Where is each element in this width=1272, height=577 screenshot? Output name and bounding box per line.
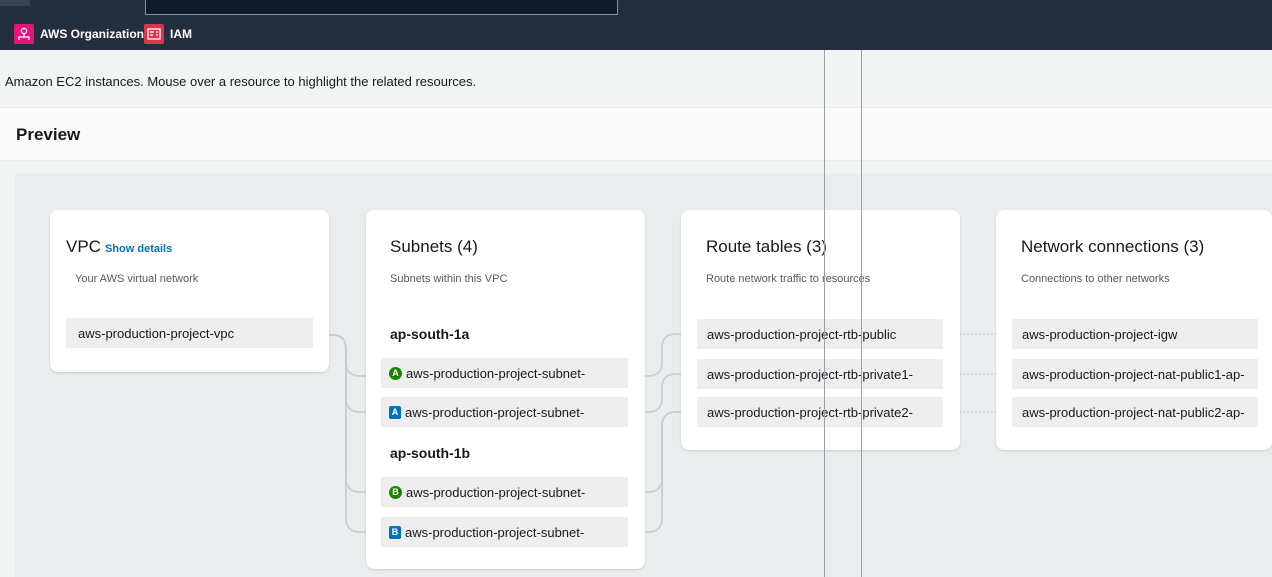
resource-label: aws-production-project-nat-public2-ap- [1022, 404, 1245, 420]
resource-label: aws-production-project-subnet- [406, 484, 586, 500]
route-tables-title: Route tables (3) [706, 237, 827, 256]
favorite-label: IAM [170, 27, 192, 41]
preview-header: Preview [0, 107, 1272, 161]
public-subnet-badge: B [389, 485, 402, 499]
resource-label: aws-production-project-rtb-private1- [707, 366, 913, 382]
vpc-title-text: VPC [66, 237, 101, 256]
favorite-label: AWS Organizations [40, 27, 151, 41]
network-connection-item[interactable]: aws-production-project-nat-public1-ap- [1012, 359, 1258, 389]
resource-label: aws-production-project-subnet- [405, 524, 585, 540]
resource-label: aws-production-project-subnet- [406, 365, 586, 381]
network-connection-item[interactable]: aws-production-project-nat-public2-ap- [1012, 397, 1258, 427]
subnet-item[interactable]: A aws-production-project-subnet- [381, 397, 628, 427]
private-subnet-badge: B [389, 525, 401, 539]
aws-organizations-icon [14, 24, 34, 44]
subnet-item[interactable]: A aws-production-project-subnet- [381, 358, 628, 388]
vpc-title: VPC Show details [66, 237, 172, 257]
resize-guide-line [861, 50, 862, 577]
vpc-resource[interactable]: aws-production-project-vpc [66, 318, 313, 348]
resource-label: aws-production-project-vpc [78, 325, 235, 341]
nav-edge [0, 0, 30, 6]
route-tables-description: Route network traffic to resources [706, 273, 871, 285]
route-table-item[interactable]: aws-production-project-rtb-private1- [697, 359, 943, 389]
availability-zone-label: ap-south-1a [390, 326, 470, 342]
resource-label: aws-production-project-rtb-public [707, 326, 897, 342]
network-connections-description: Connections to other networks [1021, 273, 1170, 285]
top-navigation-bar: AWS Organizations IAM [0, 0, 1272, 50]
resource-label: aws-production-project-igw [1022, 326, 1178, 342]
subnets-card: Subnets (4) Subnets within this VPC [366, 210, 645, 569]
subnets-description: Subnets within this VPC [390, 273, 508, 285]
favorite-iam[interactable]: IAM [144, 23, 192, 45]
iam-icon [144, 24, 164, 44]
network-connection-item[interactable]: aws-production-project-igw [1012, 319, 1258, 349]
route-table-item[interactable]: aws-production-project-rtb-public [697, 319, 943, 349]
public-subnet-badge: A [389, 366, 402, 380]
subnet-item[interactable]: B aws-production-project-subnet- [381, 517, 628, 547]
private-subnet-badge: A [389, 405, 401, 419]
resource-label: aws-production-project-rtb-private2- [707, 404, 913, 420]
subnet-item[interactable]: B aws-production-project-subnet- [381, 477, 628, 507]
availability-zone-label: ap-south-1b [390, 445, 471, 461]
resource-label: aws-production-project-nat-public1-ap- [1022, 366, 1245, 382]
search-input[interactable] [145, 0, 618, 15]
show-details-link[interactable]: Show details [105, 243, 172, 255]
favorite-aws-organizations[interactable]: AWS Organizations [14, 23, 151, 45]
subnets-title: Subnets (4) [390, 237, 478, 256]
resize-guide-line [824, 50, 825, 577]
intro-text: Amazon EC2 instances. Mouse over a resou… [5, 74, 477, 89]
route-table-item[interactable]: aws-production-project-rtb-private2- [697, 397, 943, 427]
network-connections-title: Network connections (3) [1021, 237, 1205, 256]
vpc-description: Your AWS virtual network [75, 273, 199, 285]
preview-title: Preview [16, 125, 81, 144]
resource-label: aws-production-project-subnet- [405, 404, 585, 420]
